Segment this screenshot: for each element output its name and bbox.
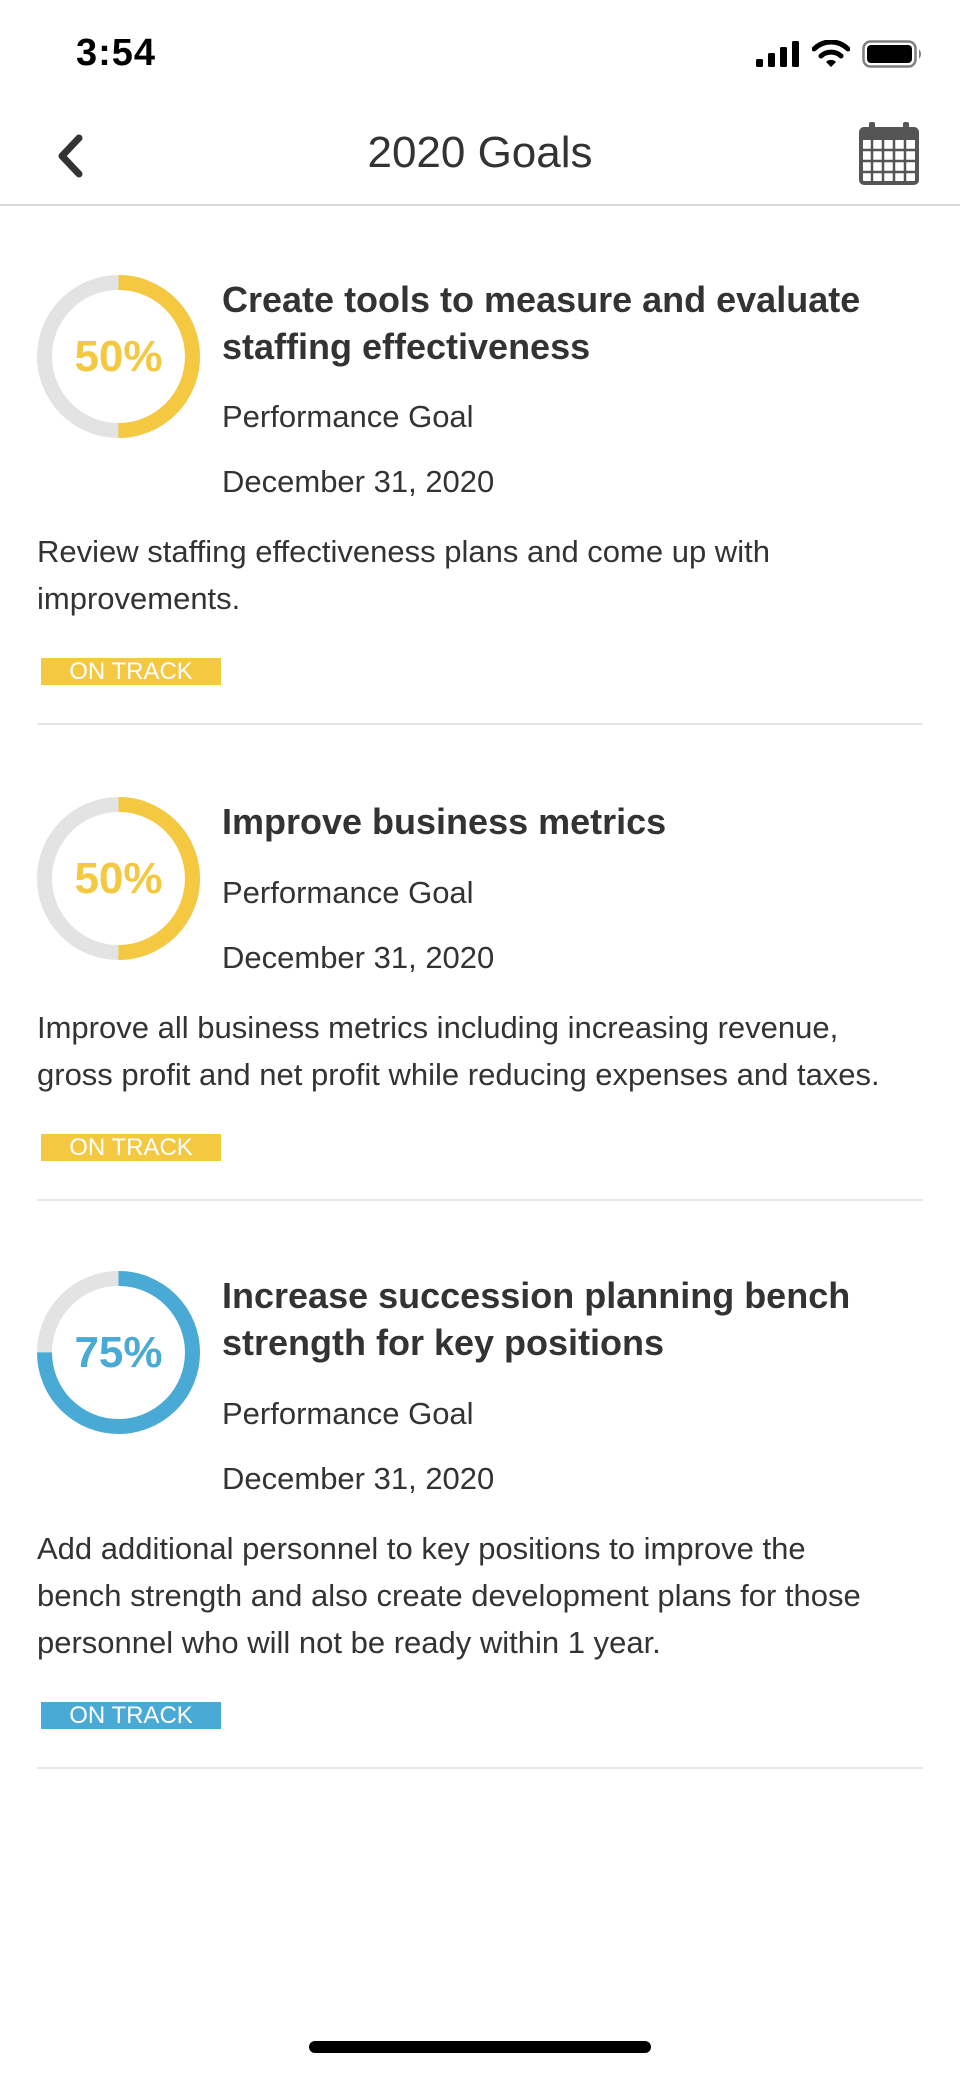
divider bbox=[37, 1767, 923, 1769]
goal-title-line: staffing effectiveness bbox=[222, 326, 591, 367]
description-line: Review staffing effectiveness plans and … bbox=[37, 534, 770, 569]
cellular-signal-icon bbox=[756, 41, 799, 67]
goal-title: Create tools to measure and evaluate sta… bbox=[222, 276, 922, 370]
page-title: 2020 Goals bbox=[367, 128, 593, 177]
description-line: bench strength and also create developme… bbox=[37, 1578, 861, 1613]
goal-type: Performance Goal bbox=[222, 1396, 474, 1431]
goal-type: Performance Goal bbox=[222, 399, 474, 434]
goal-title-line: Improve business metrics bbox=[222, 801, 667, 842]
divider bbox=[37, 723, 923, 725]
progress-percent: 75% bbox=[74, 1328, 163, 1377]
progress-percent: 50% bbox=[74, 332, 163, 381]
status-bar: 3:54 bbox=[0, 0, 960, 110]
status-icons bbox=[756, 40, 924, 68]
calendar-button[interactable] bbox=[858, 120, 920, 186]
goal-title-line: Create tools to measure and evaluate bbox=[222, 279, 861, 320]
goal-due-date: December 31, 2020 bbox=[222, 940, 495, 975]
navigation-bar: 2020 Goals bbox=[0, 110, 960, 206]
wifi-icon bbox=[812, 40, 850, 67]
goal-title: Improve business metrics bbox=[222, 798, 922, 845]
description-line: improvements. bbox=[37, 581, 241, 616]
goal-title: Increase succession planning bench stren… bbox=[222, 1272, 922, 1366]
goal-title-line: strength for key positions bbox=[222, 1322, 665, 1363]
progress-ring: 75% bbox=[36, 1270, 201, 1435]
progress-percent: 50% bbox=[74, 854, 163, 903]
status-badge: ON TRACK bbox=[41, 1702, 221, 1729]
goal-type: Performance Goal bbox=[222, 875, 474, 910]
description-line: Add additional personnel to key position… bbox=[37, 1531, 806, 1566]
status-time: 3:54 bbox=[76, 32, 157, 74]
status-badge: ON TRACK bbox=[41, 658, 221, 685]
goal-due-date: December 31, 2020 bbox=[222, 1461, 495, 1496]
calendar-icon bbox=[859, 122, 919, 185]
status-badge: ON TRACK bbox=[41, 1134, 221, 1161]
description-line: personnel who will not be ready within 1… bbox=[37, 1625, 661, 1660]
battery-icon bbox=[862, 40, 921, 68]
progress-ring: 50% bbox=[36, 274, 201, 439]
goal-description: Add additional personnel to key position… bbox=[37, 1525, 927, 1666]
goal-description: Review staffing effectiveness plans and … bbox=[37, 528, 927, 622]
progress-ring: 50% bbox=[36, 796, 201, 961]
home-indicator[interactable] bbox=[309, 2041, 651, 2053]
description-line: gross profit and net profit while reduci… bbox=[37, 1057, 880, 1092]
goal-title-line: Increase succession planning bench bbox=[222, 1275, 851, 1316]
description-line: Improve all business metrics including i… bbox=[37, 1010, 839, 1045]
divider bbox=[37, 1199, 923, 1201]
goal-due-date: December 31, 2020 bbox=[222, 464, 495, 499]
goal-description: Improve all business metrics including i… bbox=[37, 1004, 927, 1098]
